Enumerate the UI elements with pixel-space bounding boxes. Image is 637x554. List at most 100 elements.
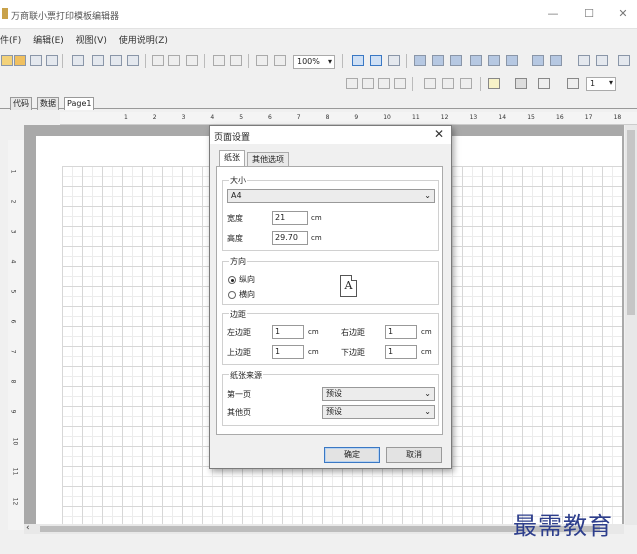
landscape-radio[interactable] xyxy=(228,291,236,299)
ruler-tick-label: 3 xyxy=(181,114,186,121)
ruler-tick-label: 12 xyxy=(11,497,19,506)
tab-code[interactable]: 代码 xyxy=(10,97,32,110)
tab-paper[interactable]: 纸张 xyxy=(219,150,245,167)
ruler-tick-label: 14 xyxy=(498,114,507,121)
merge-cells-icon[interactable] xyxy=(394,78,406,89)
app-icon xyxy=(2,8,8,19)
fill-color-icon[interactable] xyxy=(488,78,500,89)
same-width-icon[interactable] xyxy=(532,55,544,66)
align-right-icon[interactable] xyxy=(450,55,462,66)
zoom-select[interactable]: 100% xyxy=(293,55,335,69)
paper-size-select[interactable]: A4 ⌄ xyxy=(227,189,435,203)
ok-button[interactable]: 确定 xyxy=(324,447,380,463)
redo-icon[interactable] xyxy=(230,55,242,66)
chevron-down-icon[interactable]: ▾ xyxy=(609,78,613,87)
landscape-label: 横向 xyxy=(239,290,255,299)
bottom-margin-unit: cm xyxy=(421,348,432,356)
align-center-icon[interactable] xyxy=(432,55,444,66)
first-page-source-value: 预设 xyxy=(326,389,342,398)
snap-icon[interactable] xyxy=(370,55,382,66)
print-preview-icon[interactable] xyxy=(46,55,58,66)
cut-icon[interactable] xyxy=(152,55,164,66)
chevron-down-icon: ⌄ xyxy=(424,407,431,416)
width-label: 宽度 xyxy=(227,214,243,223)
height-field[interactable]: 29.70 xyxy=(272,231,308,245)
ruler-tick-label: 3 xyxy=(9,229,17,234)
tab-other-options[interactable]: 其他选项 xyxy=(247,152,289,167)
align-left-icon[interactable] xyxy=(414,55,426,66)
left-margin-field[interactable]: 1 xyxy=(272,325,304,339)
toolbar-separator xyxy=(248,54,249,68)
toolbar-separator xyxy=(480,77,481,91)
border-inner-icon[interactable] xyxy=(442,78,454,89)
folder-icon[interactable] xyxy=(92,55,104,66)
menu-help[interactable]: 使用说明(Z) xyxy=(119,33,168,46)
same-height-icon[interactable] xyxy=(550,55,562,66)
size-group-title: 大小 xyxy=(229,175,247,186)
group-icon[interactable] xyxy=(618,55,630,66)
ruler-icon[interactable] xyxy=(388,55,400,66)
maximize-button[interactable]: ☐ xyxy=(582,8,596,20)
undo-icon[interactable] xyxy=(213,55,225,66)
other-pages-source-select[interactable]: 预设 ⌄ xyxy=(322,405,435,419)
top-margin-field[interactable]: 1 xyxy=(272,345,304,359)
tab-data[interactable]: 数据 xyxy=(37,97,59,110)
ruler-tick-label: 10 xyxy=(11,437,19,446)
vertical-scroll-thumb[interactable] xyxy=(627,130,635,315)
width-field[interactable]: 21 xyxy=(272,211,308,225)
menu-edit[interactable]: 编辑(E) xyxy=(33,33,64,46)
align-bottom-icon[interactable] xyxy=(506,55,518,66)
minimize-button[interactable]: — xyxy=(546,8,560,20)
dialog-close-button[interactable]: ✕ xyxy=(434,127,444,141)
new-icon[interactable] xyxy=(1,55,13,66)
send-back-icon[interactable] xyxy=(596,55,608,66)
table-icon[interactable] xyxy=(346,78,358,89)
bottom-margin-field[interactable]: 1 xyxy=(385,345,417,359)
ruler-tick-label: 7 xyxy=(9,349,17,354)
border-outer-icon[interactable] xyxy=(460,78,472,89)
zoom-out-icon[interactable] xyxy=(274,55,286,66)
border-icon[interactable] xyxy=(424,78,436,89)
scroll-left-icon[interactable]: ‹ xyxy=(26,523,30,533)
align-middle-icon[interactable] xyxy=(488,55,500,66)
page-icon[interactable] xyxy=(72,55,84,66)
other-pages-label: 其他页 xyxy=(227,408,251,417)
toolbar-separator xyxy=(145,54,146,68)
menu-view[interactable]: 视图(V) xyxy=(76,33,107,46)
cancel-button[interactable]: 取消 xyxy=(386,447,442,463)
properties-icon[interactable] xyxy=(110,55,122,66)
zoom-in-icon[interactable] xyxy=(256,55,268,66)
ruler-tick-label: 4 xyxy=(210,114,215,121)
ruler-tick-label: 9 xyxy=(9,409,17,414)
export-icon[interactable] xyxy=(127,55,139,66)
shape-icon[interactable] xyxy=(515,78,527,89)
margins-group-title: 边距 xyxy=(229,309,247,320)
paste-icon[interactable] xyxy=(186,55,198,66)
ruler-tick-label: 12 xyxy=(440,114,449,121)
insert-row-icon[interactable] xyxy=(362,78,374,89)
align-top-icon[interactable] xyxy=(470,55,482,66)
bring-front-icon[interactable] xyxy=(578,55,590,66)
left-margin-unit: cm xyxy=(308,328,319,336)
insert-column-icon[interactable] xyxy=(378,78,390,89)
open-icon[interactable] xyxy=(14,55,26,66)
close-window-button[interactable]: ✕ xyxy=(616,8,630,20)
portrait-label: 纵向 xyxy=(239,275,255,284)
save-icon[interactable] xyxy=(30,55,42,66)
height-unit: cm xyxy=(311,234,322,242)
grid-icon[interactable] xyxy=(352,55,364,66)
menu-file[interactable]: 件(F) xyxy=(0,33,21,46)
ruler-tick-label: 2 xyxy=(152,114,157,121)
watermark-logo: 最需教育 xyxy=(513,512,613,540)
right-margin-field[interactable]: 1 xyxy=(385,325,417,339)
width-unit: cm xyxy=(311,214,322,222)
tab-page1[interactable]: Page1 xyxy=(64,97,95,110)
ruler-tick-label: 5 xyxy=(239,114,244,121)
line-color-icon[interactable] xyxy=(538,78,550,89)
tab-strip-line xyxy=(0,108,637,109)
first-page-source-select[interactable]: 预设 ⌄ xyxy=(322,387,435,401)
portrait-radio[interactable] xyxy=(228,276,236,284)
toolbar-separator xyxy=(406,54,407,68)
line-width-icon[interactable] xyxy=(567,78,579,89)
copy-icon[interactable] xyxy=(168,55,180,66)
